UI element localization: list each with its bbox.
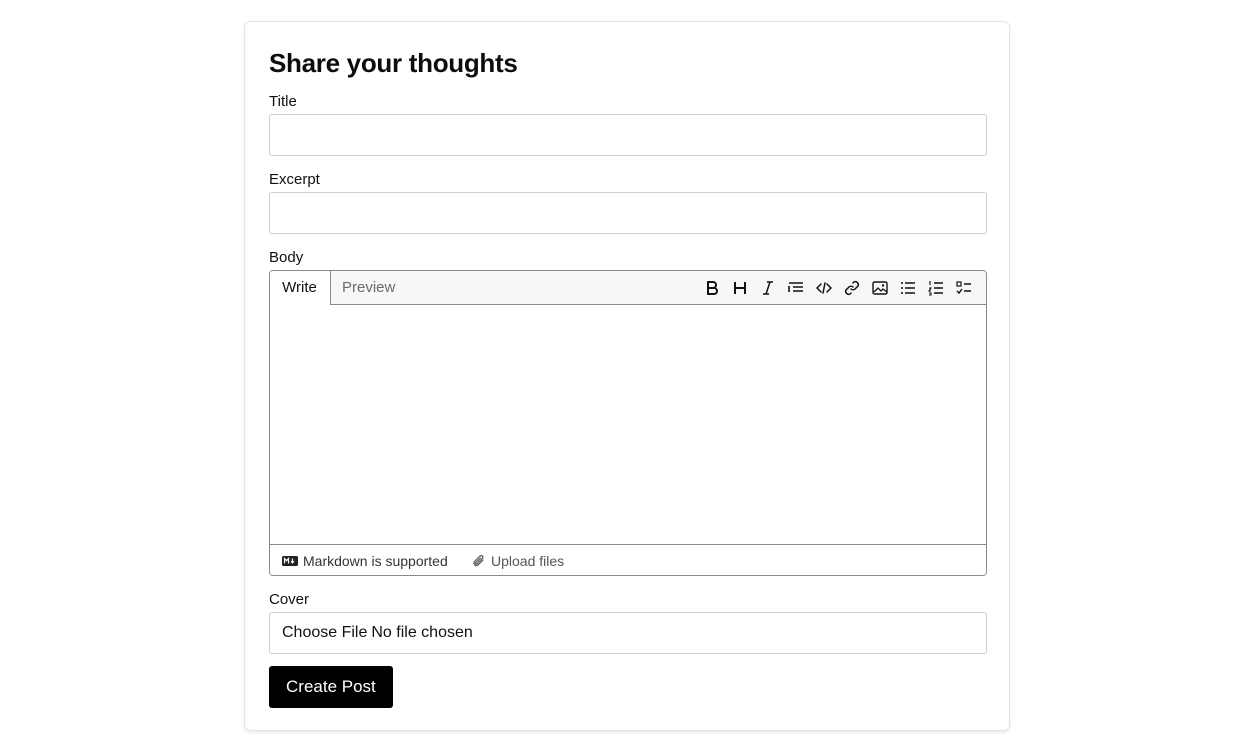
quote-icon	[788, 281, 804, 295]
title-label: Title	[269, 93, 297, 110]
quote-button[interactable]	[786, 278, 806, 298]
code-icon	[816, 281, 832, 295]
numbered-list-button[interactable]	[926, 278, 946, 298]
numbered-list-icon	[928, 280, 944, 296]
bold-icon	[705, 280, 719, 296]
cover-file-input[interactable]: Choose File No file chosen	[269, 612, 987, 654]
task-list-icon	[956, 281, 972, 295]
heading-icon	[733, 280, 747, 296]
bold-button[interactable]	[702, 278, 722, 298]
file-status: No file chosen	[371, 624, 473, 641]
link-button[interactable]	[842, 278, 862, 298]
bullet-list-icon	[900, 281, 916, 295]
tab-write[interactable]: Write	[270, 271, 331, 305]
markdown-icon	[282, 555, 298, 566]
tab-preview[interactable]: Preview	[342, 271, 395, 304]
code-button[interactable]	[814, 278, 834, 298]
markdown-note: Markdown is supported	[303, 552, 448, 569]
post-form-card: Share your thoughts Title Excerpt Body W…	[244, 21, 1010, 731]
link-icon	[844, 280, 860, 296]
task-list-button[interactable]	[954, 278, 974, 298]
bullet-list-button[interactable]	[898, 278, 918, 298]
italic-icon	[761, 280, 775, 296]
markdown-hint[interactable]: Markdown is supported	[282, 545, 448, 575]
heading-button[interactable]	[730, 278, 750, 298]
excerpt-input[interactable]	[269, 192, 987, 234]
image-button[interactable]	[870, 278, 890, 298]
page-title: Share your thoughts	[269, 48, 518, 78]
upload-files-label: Upload files	[491, 552, 565, 569]
body-label: Body	[269, 249, 304, 266]
editor-toolbar: Write Preview	[270, 271, 986, 305]
cover-label: Cover	[269, 591, 310, 608]
excerpt-label: Excerpt	[269, 171, 320, 188]
markdown-editor: Write Preview Markdown is supported Uplo…	[269, 270, 987, 576]
choose-file-button[interactable]: Choose File	[282, 624, 367, 642]
paperclip-icon	[472, 553, 486, 569]
image-icon	[872, 281, 888, 295]
title-input[interactable]	[269, 114, 987, 156]
upload-files-button[interactable]: Upload files	[472, 545, 565, 575]
italic-button[interactable]	[758, 278, 778, 298]
create-post-button[interactable]: Create Post	[269, 666, 393, 708]
editor-footer: Markdown is supported Upload files	[270, 544, 986, 575]
body-textarea[interactable]	[270, 305, 986, 545]
